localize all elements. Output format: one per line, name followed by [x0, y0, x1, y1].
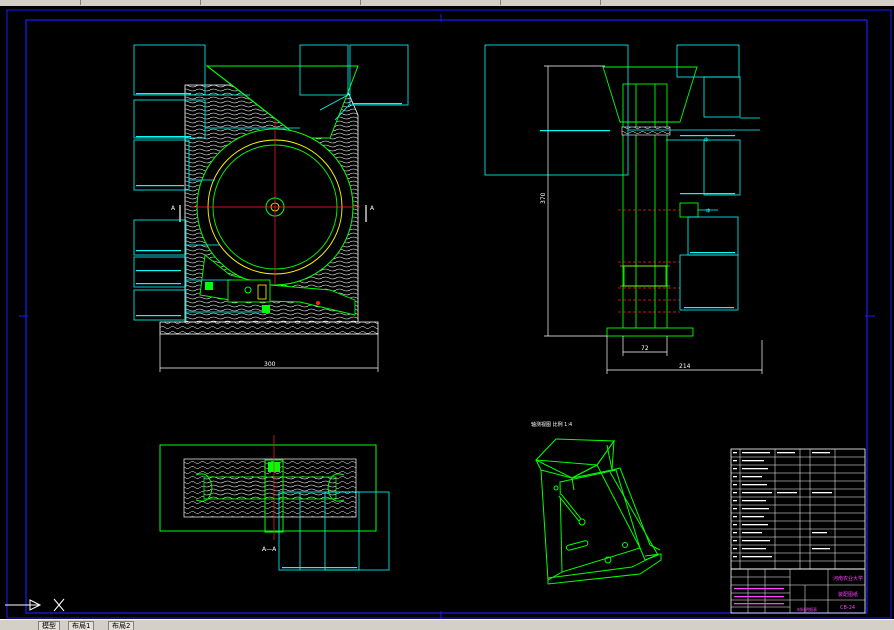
dimension-side-base-inner: 72: [641, 345, 649, 352]
title-block: 河南农业大学 装配图纸 CB-24 材料明细表: [730, 448, 866, 614]
iso-caption: 轴测视图 比例 1:4: [531, 421, 572, 428]
section-label-left: A: [171, 205, 176, 212]
toolbar-button[interactable]: [180, 0, 201, 5]
title-school: 河南农业大学: [833, 575, 863, 582]
dimension-side-height: 370: [540, 192, 547, 204]
section-view: A—A: [159, 435, 390, 571]
toolbar-button[interactable]: [60, 0, 81, 5]
isometric-view: 轴测视图 比例 1:4: [531, 421, 662, 585]
title-drawer: 材料明细表: [797, 606, 817, 612]
section-label-right: A: [370, 205, 375, 212]
layout-tab-bar: 模型 布局1 布局2: [0, 619, 894, 630]
ucs-icon: [5, 598, 65, 612]
side-view: ф ф 370 72 214: [484, 44, 763, 374]
dimension-side-base-outer: 214: [679, 363, 691, 370]
cad-drawing-canvas[interactable]: A A 300 ф ф 370 72 214 A—A 轴测视图 比例 1:4 河…: [0, 6, 894, 619]
toolbar-button[interactable]: [300, 0, 361, 5]
svg-text:ф: ф: [706, 208, 710, 214]
svg-text:ф: ф: [704, 137, 708, 143]
dimension-front-width: 300: [264, 361, 276, 368]
front-view: A A 300: [133, 44, 409, 372]
toolbar-button[interactable]: [510, 0, 601, 5]
toolbar-button[interactable]: [440, 0, 501, 5]
section-label-aa: A—A: [262, 546, 277, 553]
drawing-frame: [6, 9, 892, 619]
title-drawing-number: CB-24: [840, 605, 855, 611]
title-drawing-name: 装配图纸: [838, 591, 858, 598]
